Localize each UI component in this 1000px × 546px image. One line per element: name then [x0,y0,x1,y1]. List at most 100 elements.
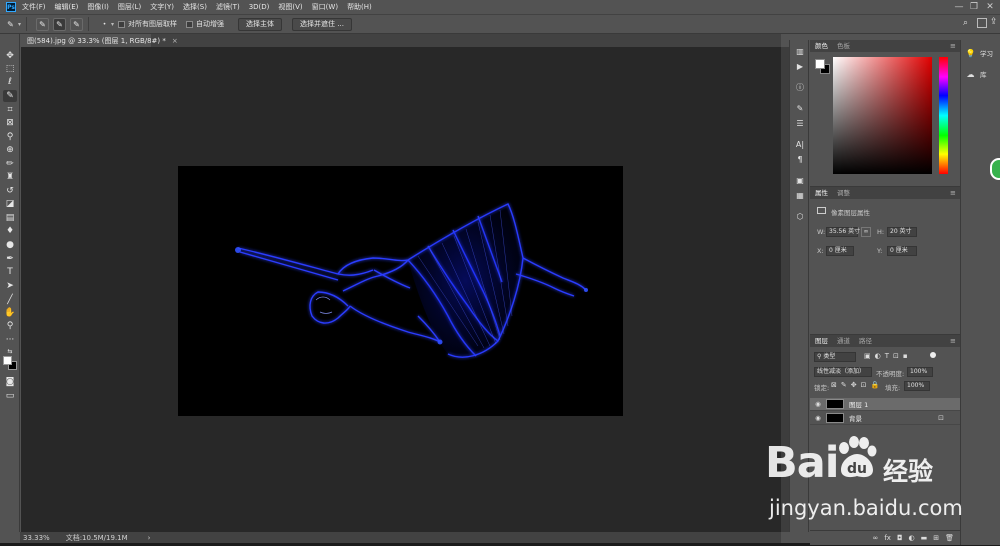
pen-tool-icon[interactable]: ✒ [3,253,17,265]
lock-options-icons[interactable]: ⊠✎✥⊡🔒 [831,381,883,389]
dodge-tool-icon[interactable]: ● [3,239,17,251]
quick-mask-icon[interactable]: ◙ [3,376,17,388]
link-dimensions-icon[interactable]: ∞ [861,227,871,237]
glyphs-icon[interactable]: ▦ [793,190,807,201]
blend-mode-select[interactable]: 线性减淡（添加） [814,367,872,377]
workspace-icon[interactable] [977,18,987,28]
restore-icon[interactable]: ❐ [969,2,979,12]
properties-panel-menu-icon[interactable]: ≡ [950,189,956,197]
close-window-icon[interactable]: ✕ [985,2,995,12]
screen-mode-icon[interactable]: ▭ [3,390,17,402]
status-menu-arrow-icon[interactable]: › [148,534,151,542]
new-selection-brush-icon[interactable]: ✎ [36,17,50,31]
layer-filter-select[interactable]: ⚲ 类型 [814,352,856,362]
canvas-area[interactable] [21,47,781,532]
tab-adjustments[interactable]: 调整 [837,187,850,199]
eraser-tool-icon[interactable]: ◪ [3,198,17,210]
floating-assistant-button[interactable] [990,158,1000,180]
history-brush-tool-icon[interactable]: ↺ [3,185,17,197]
history-panel-icon[interactable]: ▥ [793,46,807,57]
layer-name[interactable]: 图层 1 [849,399,868,409]
add-mask-icon[interactable]: ◘ [897,534,903,542]
color-picker-field[interactable] [833,57,932,174]
crop-tool-icon[interactable]: ⌗ [3,104,17,116]
layer-style-icon[interactable]: fx [884,534,891,542]
menu-filter[interactable]: 滤镜(T) [216,2,240,12]
foreground-color-swatch[interactable] [3,356,12,365]
height-input[interactable]: 20 英寸 [887,227,917,237]
sample-all-layers-checkbox[interactable] [118,20,126,28]
move-tool-icon[interactable]: ✥ [3,50,17,62]
tab-properties[interactable]: 属性 [815,187,828,199]
auto-enhance-checkbox[interactable] [186,20,194,28]
tab-paths[interactable]: 路径 [859,335,872,347]
layer-row-background[interactable]: ◉ 背景 ⊡ [810,412,960,425]
brush-size-picker-icon[interactable]: • [98,18,111,31]
zoom-level[interactable]: 33.33% [23,534,50,542]
fill-input[interactable]: 100% [904,381,930,391]
menu-window[interactable]: 窗口(W) [312,2,338,12]
library-button[interactable]: ☁ 库 [965,69,987,80]
filter-toggle-icon[interactable] [930,352,936,358]
tab-color[interactable]: 颜色 [815,40,828,52]
learn-button[interactable]: 💡 学习 [965,48,993,59]
layer-row-1[interactable]: ◉ 图层 1 [810,398,960,411]
blur-tool-icon[interactable]: ♦ [3,225,17,237]
brush-size-chevron-icon[interactable]: ▾ [111,21,114,28]
document-canvas[interactable] [178,166,623,416]
gradient-tool-icon[interactable]: ▤ [3,212,17,224]
quick-selection-tool-icon[interactable]: ✎ [3,90,17,102]
select-subject-button[interactable]: 选择主体 [238,17,283,31]
menu-layer[interactable]: 图层(L) [118,2,141,12]
info-panel-icon[interactable]: ⓘ [793,82,807,93]
layers-panel-menu-icon[interactable]: ≡ [950,337,956,345]
opacity-input[interactable]: 100% [907,367,933,377]
panel-foreground-swatch[interactable] [815,59,825,69]
preset-chevron-icon[interactable]: ▾ [18,21,21,28]
eyedropper-tool-icon[interactable]: ⚲ [3,131,17,143]
lasso-tool-icon[interactable]: ℓ [3,76,17,88]
x-input[interactable]: 0 厘米 [826,246,854,256]
quick-selection-tool-preset-icon[interactable]: ✎ [4,18,17,31]
y-input[interactable]: 0 厘米 [887,246,917,256]
layer-name[interactable]: 背景 [849,413,862,423]
share-icon[interactable]: ⇪ [990,17,998,27]
search-icon[interactable]: ⌕ [963,18,968,28]
width-input[interactable]: 35.56 英寸 [826,227,860,237]
new-layer-icon[interactable]: ⊞ [933,534,939,542]
menu-select[interactable]: 选择(S) [183,2,207,12]
more-tools-icon[interactable]: ··· [3,334,17,346]
menu-3d[interactable]: 3D(D) [249,3,270,11]
subtract-from-selection-brush-icon[interactable]: ✎ [70,17,84,31]
document-tab[interactable]: 图(584).jpg @ 33.3% (图层 1, RGB/8#) * × [21,34,178,47]
menu-help[interactable]: 帮助(H) [347,2,372,12]
link-layers-icon[interactable]: ∞ [873,534,879,542]
brush-settings-icon[interactable]: ✎ [793,103,807,114]
tab-channels[interactable]: 通道 [837,335,850,347]
paragraph-panel-icon[interactable]: ¶ [793,154,807,165]
new-group-icon[interactable]: ▬ [921,534,928,542]
hand-tool-icon[interactable]: ✋ [3,307,17,319]
line-tool-icon[interactable]: ╱ [3,294,17,306]
path-selection-tool-icon[interactable]: ➤ [3,280,17,292]
visibility-eye-icon[interactable]: ◉ [813,414,823,422]
zoom-tool-icon[interactable]: ⚲ [3,320,17,332]
delete-layer-icon[interactable]: 🗑 [945,534,954,542]
menu-edit[interactable]: 编辑(E) [55,2,79,12]
frame-tool-icon[interactable]: ⊠ [3,117,17,129]
menu-view[interactable]: 视图(V) [278,2,302,12]
character-panel-icon[interactable]: A| [793,139,807,150]
brush-tool-icon[interactable]: ✏ [3,158,17,170]
clone-stamp-tool-icon[interactable]: ♜ [3,171,17,183]
color-panel-menu-icon[interactable]: ≡ [950,42,956,50]
adjustment-layer-icon[interactable]: ◐ [909,534,915,542]
close-document-icon[interactable]: × [172,37,178,45]
menu-image[interactable]: 图像(I) [87,2,109,12]
marquee-tool-icon[interactable]: ⬚ [3,63,17,75]
adjustments-icon[interactable]: ☰ [793,118,807,129]
layer-filter-icons[interactable]: ▣◐T⊡▪ [864,352,912,360]
visibility-eye-icon[interactable]: ◉ [813,400,823,408]
add-to-selection-brush-icon[interactable]: ✎ [53,17,67,31]
select-and-mask-button[interactable]: 选择并遮住 ... [292,17,352,31]
3d-panel-icon[interactable]: ⬡ [793,211,807,222]
